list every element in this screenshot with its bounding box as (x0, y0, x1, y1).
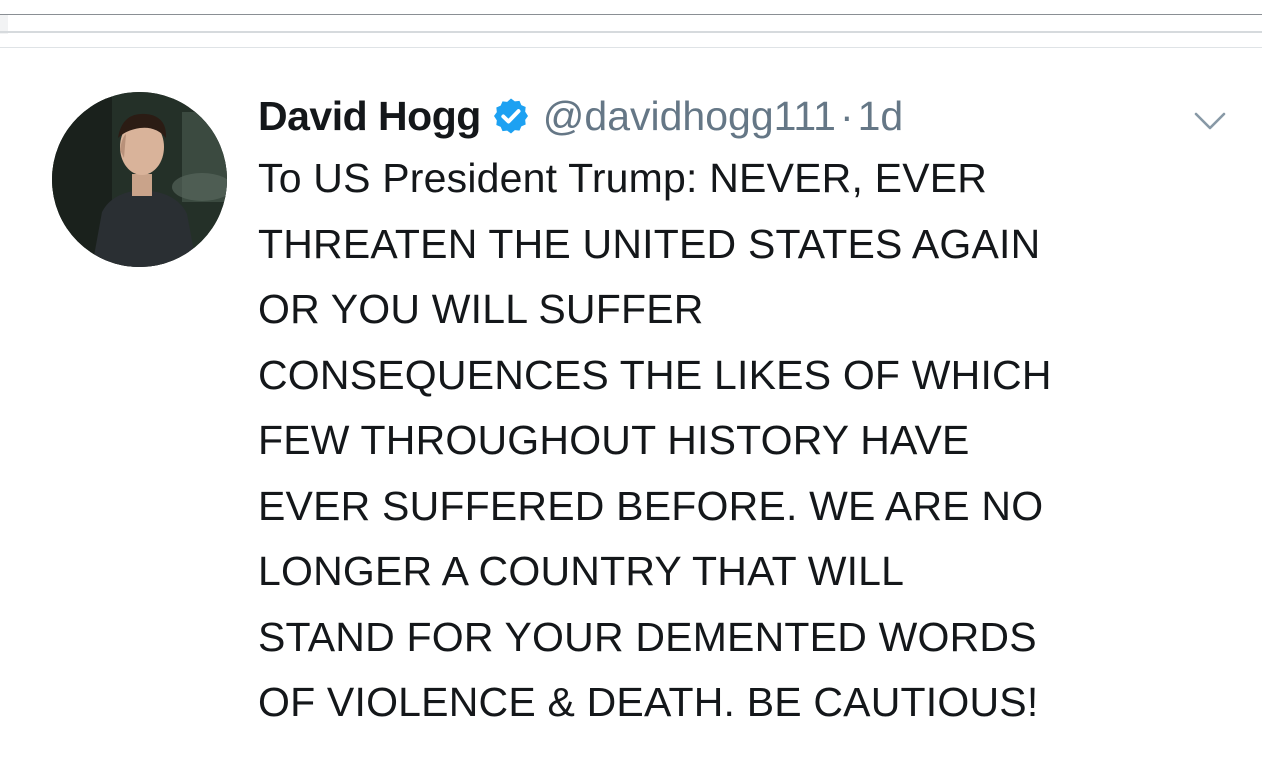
tweet-text-line: CONSEQUENCES THE LIKES OF WHICH (258, 351, 1052, 398)
separator-dot: · (839, 92, 854, 139)
avatar-photo (52, 92, 227, 267)
timestamp[interactable]: 1d (858, 93, 904, 140)
tweet-card[interactable]: David Hogg @davidhogg111 · 1d To US Pres… (0, 50, 1262, 784)
tweet-text-line: STAND FOR YOUR DEMENTED WORDS (258, 613, 1037, 660)
tweet-text-line: OR YOU WILL SUFFER (258, 286, 704, 332)
tweet-text: To US President Trump: NEVER, EVER THREA… (258, 146, 1248, 736)
tweet-text-line: To US President Trump: NEVER, EVER (258, 155, 988, 201)
tweet-text-line: THREATEN THE UNITED STATES AGAIN (258, 220, 1041, 267)
tweet-body: David Hogg @davidhogg111 · 1d To US Pres… (258, 88, 1248, 736)
tweet-text-line: LONGER A COUNTRY THAT WILL (258, 548, 905, 594)
tweet-header: David Hogg @davidhogg111 · 1d (258, 88, 1248, 144)
top-bar (0, 0, 1262, 50)
divider (0, 14, 1262, 15)
display-name[interactable]: David Hogg (258, 93, 481, 140)
handle[interactable]: @davidhogg111 (543, 93, 836, 140)
verified-badge-icon (491, 96, 531, 136)
tweet-text-line: OF VIOLENCE & DEATH. BE CAUTIOUS! (258, 679, 1039, 725)
tweet-text-line: FEW THROUGHOUT HISTORY HAVE (258, 417, 970, 463)
tweet-text-line: EVER SUFFERED BEFORE. WE ARE NO (258, 482, 1044, 529)
chevron-down-icon[interactable] (1190, 106, 1230, 136)
divider (0, 31, 1262, 33)
avatar[interactable] (52, 92, 227, 267)
divider (0, 47, 1262, 48)
